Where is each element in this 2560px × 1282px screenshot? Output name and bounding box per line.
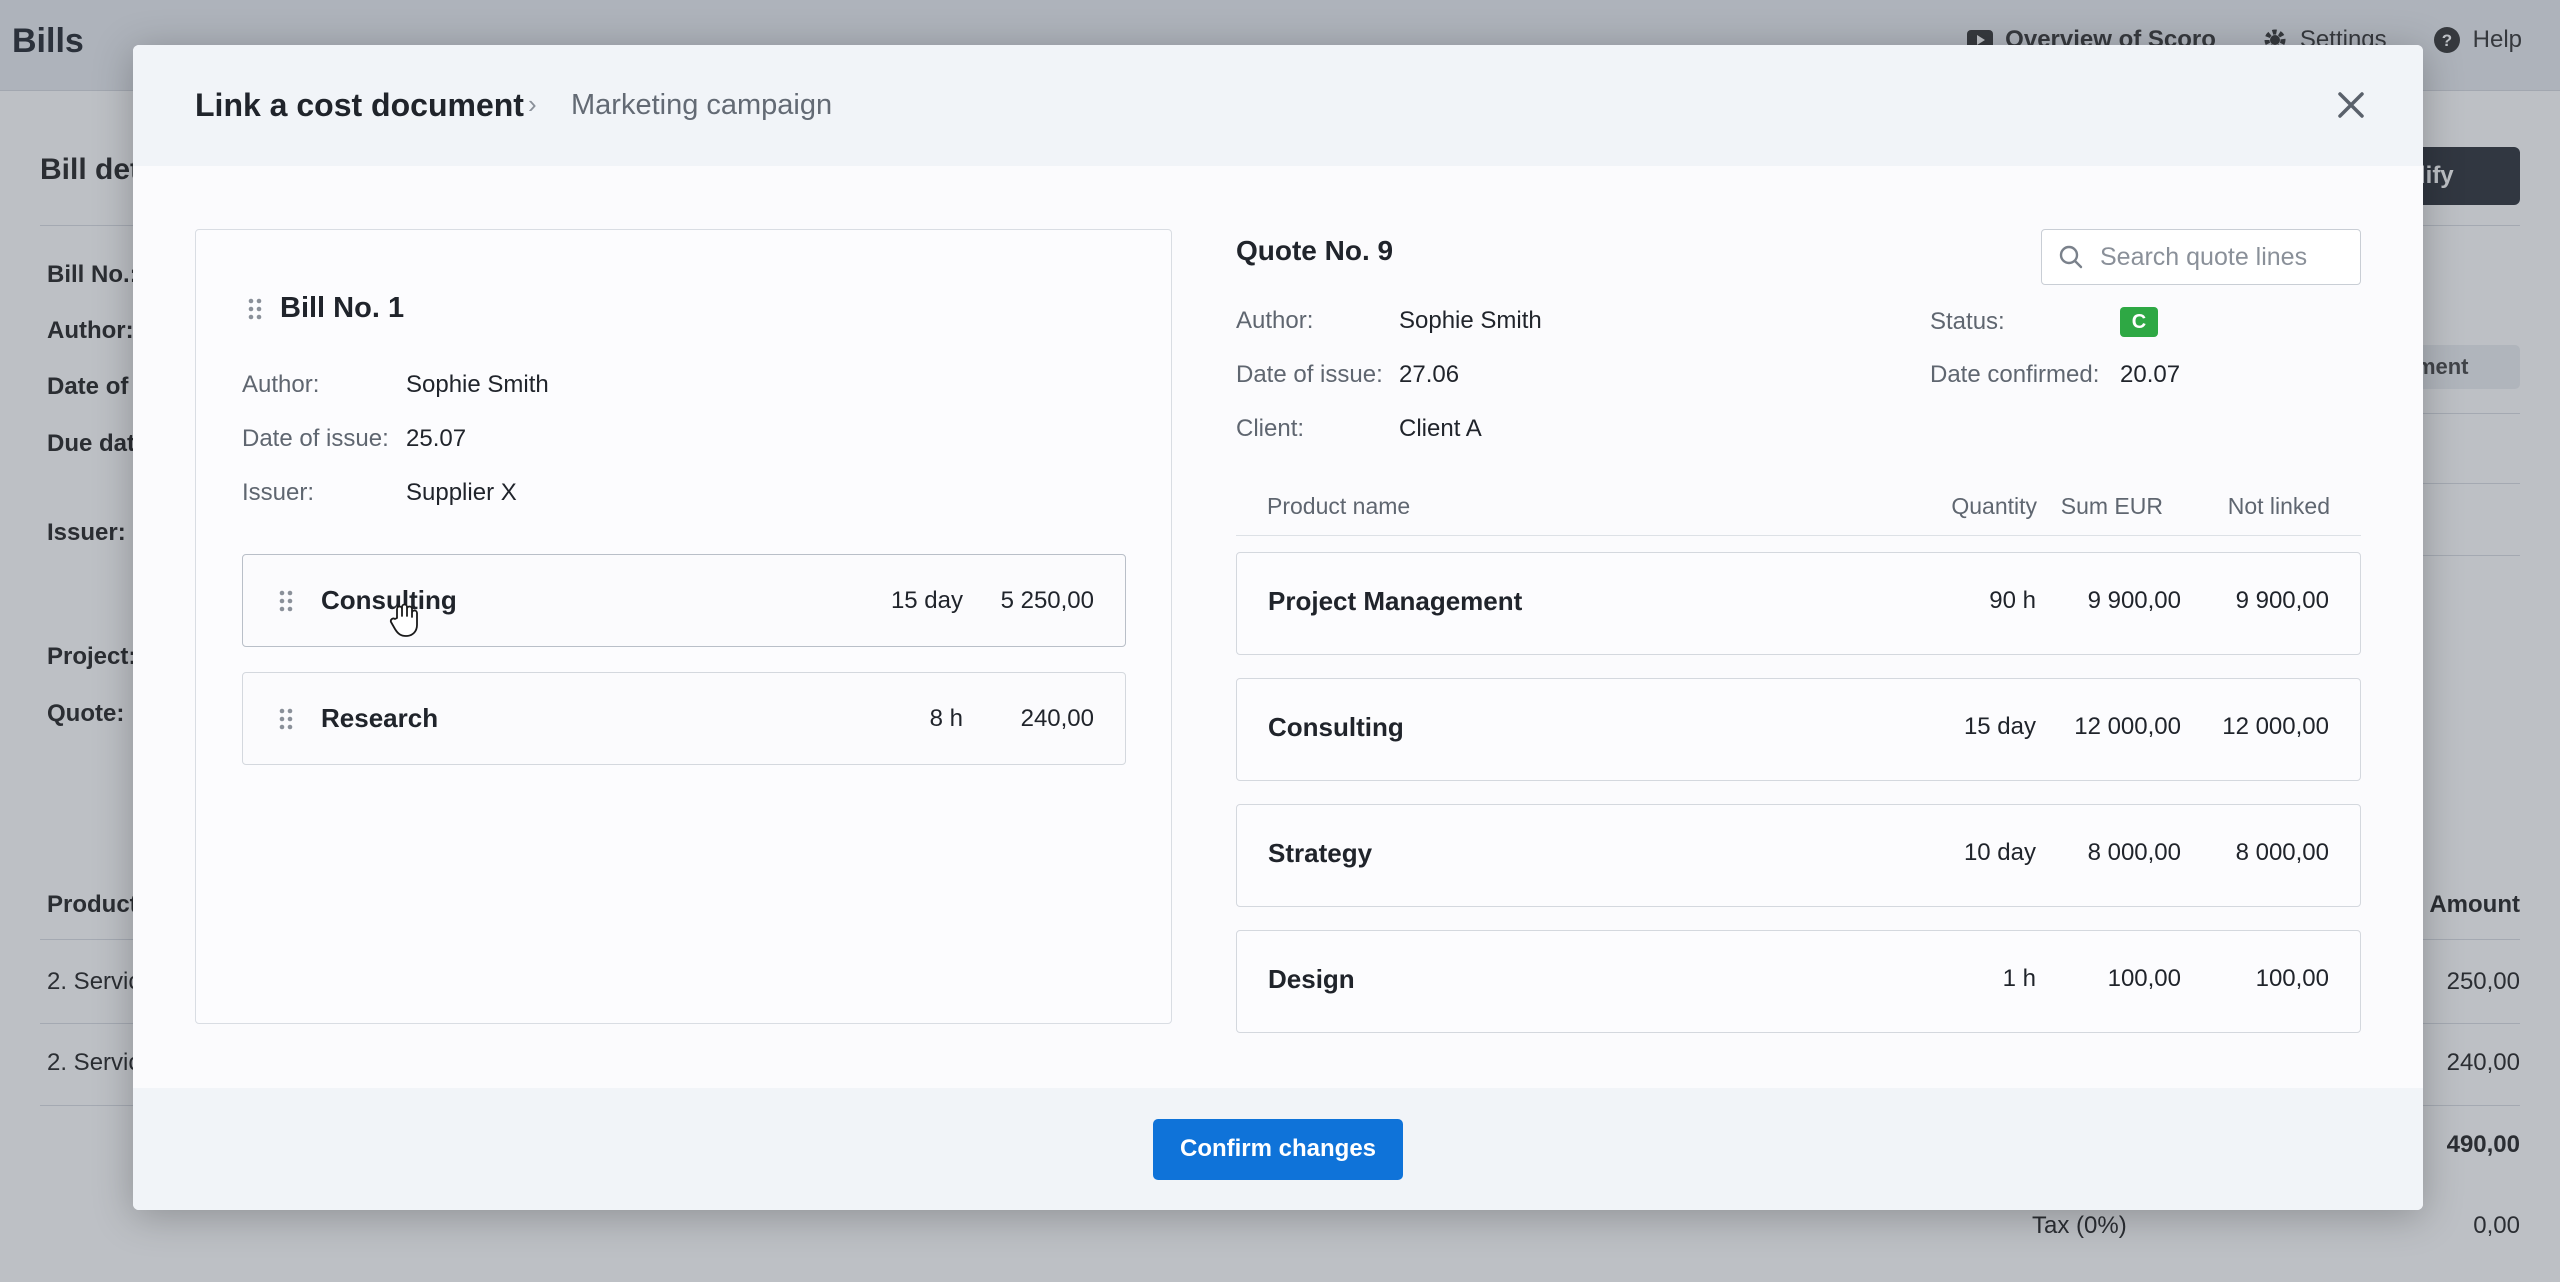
quote-line-quantity: 90 h: [1989, 587, 2036, 614]
bill-issuer-label: Issuer:: [242, 479, 315, 506]
bill-issuer-row: Issuer: Supplier X: [242, 479, 517, 507]
bill-author-label: Author:: [242, 371, 320, 398]
quote-title: Quote No. 9: [1236, 235, 1394, 266]
bill-line-name: Research: [321, 703, 439, 733]
bill-date-row: Date of issue: 25.07: [242, 425, 466, 453]
quote-author-label: Author:: [1236, 307, 1314, 334]
modal-body: Bill No. 1 Author: Sophie Smith Date of …: [133, 166, 2423, 1088]
quote-client-row: Client: Client A: [1236, 415, 1482, 443]
grab-cursor-icon: [389, 603, 418, 637]
quote-line-sum: 12 000,00: [2074, 713, 2181, 740]
quote-confirmed-value: 20.07: [2120, 361, 2181, 388]
drag-handle-icon[interactable]: [279, 708, 293, 730]
modal-header: Link a cost document › Marketing campaig…: [133, 45, 2423, 166]
column-header-not-linked: Not linked: [2227, 493, 2330, 519]
confirm-changes-button[interactable]: Confirm changes: [1153, 1118, 1403, 1180]
bill-author-value: Sophie Smith: [406, 371, 549, 398]
quote-client-value: Client A: [1399, 415, 1482, 442]
close-button[interactable]: [2333, 87, 2369, 123]
search-input[interactable]: [2098, 241, 2352, 273]
bill-panel: Bill No. 1 Author: Sophie Smith Date of …: [195, 229, 1172, 1024]
column-header-sum: Sum EUR: [2060, 493, 2163, 519]
bill-date-label: Date of issue:: [242, 425, 389, 452]
quote-line-not-linked: 12 000,00: [2222, 713, 2329, 740]
quote-lines-header: Product name Quantity Sum EUR Not linked: [1236, 487, 2361, 536]
quote-line-item[interactable]: Project Management 90 h 9 900,00 9 900,0…: [1236, 552, 2361, 655]
bill-line-sum: 5 250,00: [1000, 586, 1094, 614]
quote-date-value: 27.06: [1399, 361, 1460, 388]
bill-line-item[interactable]: Consulting 15 day 5 250,00: [242, 554, 1126, 647]
column-header-quantity: Quantity: [1951, 493, 2037, 519]
bill-header[interactable]: Bill No. 1: [248, 292, 404, 325]
search-icon: [2059, 245, 2083, 269]
quote-line-name: Design: [1268, 964, 1355, 994]
quote-status-label: Status:: [1930, 308, 2005, 335]
quote-confirmed-label: Date confirmed:: [1930, 361, 2100, 388]
quote-date-row: Date of issue: 27.06: [1236, 361, 1459, 389]
search-quote-lines[interactable]: [2041, 229, 2361, 285]
bill-line-sum: 240,00: [1020, 704, 1094, 732]
quote-line-name: Consulting: [1268, 712, 1404, 742]
quote-panel: Quote No. 9 Author: Sophie Smith Date of…: [1236, 229, 2361, 1033]
quote-line-sum: 100,00: [2107, 965, 2181, 992]
quote-confirmed-row: Date confirmed: 20.07: [1930, 361, 2180, 389]
modal-footer: Confirm changes: [133, 1088, 2423, 1210]
quote-line-item[interactable]: Strategy 10 day 8 000,00 8 000,00: [1236, 804, 2361, 907]
bill-line-quantity: 8 h: [929, 704, 963, 732]
bill-title: Bill No. 1: [280, 292, 405, 324]
quote-line-name: Project Management: [1268, 586, 1523, 616]
quote-line-quantity: 15 day: [1963, 713, 2036, 740]
link-cost-document-modal: Link a cost document › Marketing campaig…: [133, 45, 2423, 1210]
bill-line-quantity: 15 day: [890, 586, 963, 614]
modal-title: Link a cost document: [195, 87, 524, 123]
close-icon: [2338, 92, 2364, 118]
bill-issuer-value: Supplier X: [406, 479, 517, 506]
quote-line-not-linked: 100,00: [2255, 965, 2329, 992]
quote-status-row: Status: C: [1930, 307, 2158, 337]
bill-author-row: Author: Sophie Smith: [242, 371, 549, 399]
bill-date-value: 25.07: [406, 425, 467, 452]
quote-line-sum: 8 000,00: [2087, 839, 2181, 866]
column-header-product: Product name: [1267, 493, 1411, 519]
bill-line-item[interactable]: Research 8 h 240,00: [242, 672, 1126, 765]
breadcrumb-project: Marketing campaign: [571, 89, 833, 121]
quote-line-not-linked: 9 900,00: [2235, 587, 2329, 614]
quote-line-not-linked: 8 000,00: [2235, 839, 2329, 866]
quote-line-name: Strategy: [1268, 838, 1373, 868]
quote-line-quantity: 10 day: [1963, 839, 2036, 866]
quote-line-item[interactable]: Design 1 h 100,00 100,00: [1236, 930, 2361, 1033]
quote-author-value: Sophie Smith: [1399, 307, 1542, 334]
breadcrumb-chevron-icon: ›: [528, 89, 537, 119]
quote-line-sum: 9 900,00: [2087, 587, 2181, 614]
quote-client-label: Client:: [1236, 415, 1305, 442]
quote-line-item[interactable]: Consulting 15 day 12 000,00 12 000,00: [1236, 678, 2361, 781]
status-badge: C: [2120, 307, 2158, 337]
drag-handle-icon[interactable]: [248, 298, 262, 320]
drag-handle-icon[interactable]: [279, 590, 293, 612]
quote-author-row: Author: Sophie Smith: [1236, 307, 1542, 335]
quote-line-quantity: 1 h: [2002, 965, 2036, 992]
quote-date-label: Date of issue:: [1236, 361, 1383, 388]
